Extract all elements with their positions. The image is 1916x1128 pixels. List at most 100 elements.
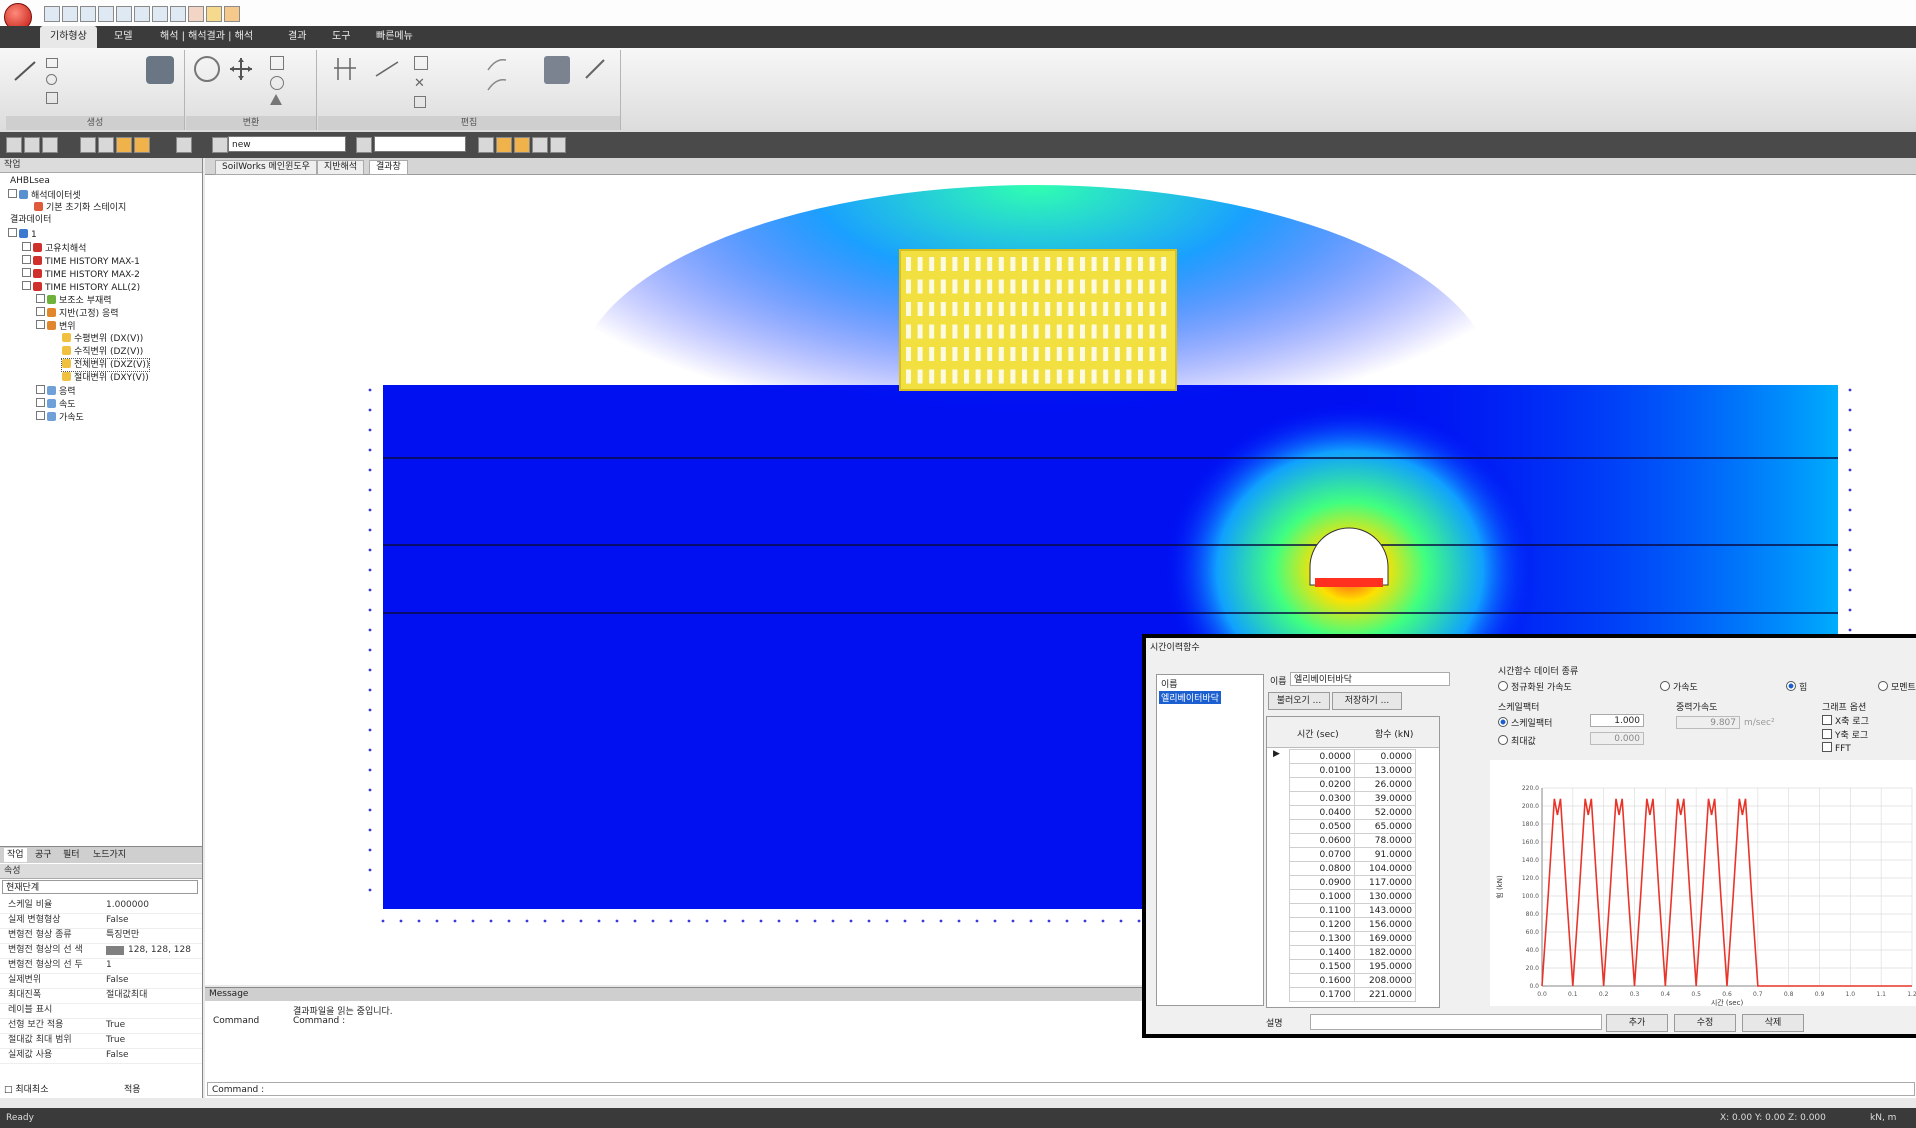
property-row[interactable]: 실제값 사용 False xyxy=(0,1048,202,1064)
table-row[interactable]: 0.0500 65.0000 xyxy=(1289,819,1416,834)
tab-result[interactable]: 결과 xyxy=(278,26,316,48)
tab-quick[interactable]: 빠른메뉴 xyxy=(366,26,423,48)
time-cell[interactable]: 0.1100 xyxy=(1289,903,1355,918)
open-icon[interactable] xyxy=(80,6,96,22)
time-cell[interactable]: 0.0300 xyxy=(1289,791,1355,806)
copy-icon[interactable] xyxy=(270,56,284,70)
apply-button[interactable]: 적용 xyxy=(124,1082,141,1095)
property-selector[interactable]: 현재단계 xyxy=(2,880,198,894)
modify-button[interactable]: 수정 xyxy=(1674,1014,1736,1032)
function-list[interactable]: 이름 엘리베이터바닥 xyxy=(1156,674,1264,1006)
type-option-normalized[interactable]: 정규화된 가속도 xyxy=(1498,680,1572,693)
tab-works[interactable]: 작업 xyxy=(4,848,27,862)
tree-item[interactable]: 절대변위 (DXY(V)) xyxy=(62,372,149,384)
pen-icon[interactable] xyxy=(582,56,608,82)
time-cell[interactable]: 0.1400 xyxy=(1289,945,1355,960)
tab-ground-analysis[interactable]: 지반해석 xyxy=(317,160,365,175)
tree-item[interactable]: 가속도 xyxy=(36,411,84,424)
time-value-table[interactable]: 시간 (sec) 함수 (kN) ▶ 0.0000 0.0000 0.0100 13.… xyxy=(1266,716,1440,1008)
extend-icon[interactable] xyxy=(374,56,400,82)
export-button[interactable]: 저장하기 ... xyxy=(1332,692,1402,710)
time-cell[interactable]: 0.0900 xyxy=(1289,875,1355,890)
scale-option-factor[interactable]: 스케일팩터 xyxy=(1498,716,1552,729)
view-icon[interactable] xyxy=(80,137,96,153)
tab-result-window[interactable]: 결과창 xyxy=(369,160,408,175)
fillet-icon[interactable] xyxy=(486,56,508,96)
tree-item[interactable]: 1 xyxy=(8,228,37,241)
property-row[interactable]: 실제변위 False xyxy=(0,973,202,989)
save-icon[interactable] xyxy=(62,6,78,22)
expander[interactable] xyxy=(36,294,45,303)
merge-icon[interactable] xyxy=(414,96,426,108)
time-cell[interactable]: 0.0200 xyxy=(1289,777,1355,792)
select-icon[interactable] xyxy=(6,137,22,153)
expander[interactable] xyxy=(8,189,17,198)
value-cell[interactable]: 156.0000 xyxy=(1354,917,1416,932)
option-fft[interactable]: FFT xyxy=(1822,742,1851,754)
property-row[interactable]: 최대진폭 절대값최대 xyxy=(0,988,202,1004)
rotate-view-icon[interactable] xyxy=(98,137,114,153)
tree-item[interactable]: 해석데이터셋 xyxy=(8,189,81,202)
gravity-input[interactable]: 9.807 xyxy=(1676,716,1740,729)
tree-item[interactable]: 응력 xyxy=(36,385,76,398)
expander[interactable] xyxy=(22,255,31,264)
highlight-icon[interactable] xyxy=(116,137,132,153)
tree-item-selected[interactable]: 전체변위 (DXZ(V)) xyxy=(60,358,151,372)
value-cell[interactable]: 221.0000 xyxy=(1354,987,1416,1002)
line-icon[interactable] xyxy=(12,58,38,84)
table-row[interactable]: 0.0600 78.0000 xyxy=(1289,833,1416,848)
tree-item[interactable]: TIME HISTORY ALL(2) xyxy=(22,281,140,294)
tree-item[interactable]: 지반(고정) 응력 xyxy=(36,307,119,320)
value-cell[interactable]: 26.0000 xyxy=(1354,777,1416,792)
time-cell[interactable]: 0.0500 xyxy=(1289,819,1355,834)
zoom-icon[interactable] xyxy=(24,137,40,153)
property-row[interactable]: 변형전 형상의 선 두1 xyxy=(0,958,202,974)
time-cell[interactable]: 0.1200 xyxy=(1289,917,1355,932)
table-row[interactable]: 0.1200 156.0000 xyxy=(1289,917,1416,932)
time-cell[interactable]: 0.0700 xyxy=(1289,847,1355,862)
value-cell[interactable]: 208.0000 xyxy=(1354,973,1416,988)
value-cell[interactable]: 39.0000 xyxy=(1354,791,1416,806)
property-row[interactable]: 선형 보간 적용 True xyxy=(0,1018,202,1034)
tab-node[interactable]: 노드가지 xyxy=(90,848,129,862)
tree-item[interactable]: 보조소 부재력 xyxy=(36,294,112,307)
layer-icon[interactable] xyxy=(212,137,228,153)
scale-icon[interactable] xyxy=(270,94,282,105)
table-row[interactable]: 0.1500 195.0000 xyxy=(1289,959,1416,974)
value-cell[interactable]: 169.0000 xyxy=(1354,931,1416,946)
add-button[interactable]: 추가 xyxy=(1606,1014,1668,1032)
expander[interactable] xyxy=(36,320,45,329)
expander[interactable] xyxy=(22,268,31,277)
scale-option-max[interactable]: 최대값 xyxy=(1498,734,1536,747)
tab-main-window[interactable]: SoilWorks 메인윈도우 xyxy=(215,160,317,175)
divide-icon[interactable] xyxy=(414,56,428,70)
type-option-acceleration[interactable]: 가속도 xyxy=(1660,680,1698,693)
table-row[interactable]: 0.1700 221.0000 xyxy=(1289,987,1416,1002)
time-cell[interactable]: 0.1600 xyxy=(1289,973,1355,988)
ortho-icon[interactable] xyxy=(514,137,530,153)
command-input[interactable]: Command : xyxy=(207,1082,1915,1096)
tree-item[interactable]: 기본 초기화 스테이지 xyxy=(34,202,126,214)
table-row[interactable]: 0.0800 104.0000 xyxy=(1289,861,1416,876)
expander[interactable] xyxy=(36,411,45,420)
intersect-icon[interactable] xyxy=(332,56,358,82)
expander[interactable] xyxy=(22,281,31,290)
time-cell[interactable]: 0.0100 xyxy=(1289,763,1355,778)
table-row[interactable]: 0.0900 117.0000 xyxy=(1289,875,1416,890)
value-cell[interactable]: 182.0000 xyxy=(1354,945,1416,960)
max-value-input[interactable]: 0.000 xyxy=(1590,732,1644,745)
value-cell[interactable]: 195.0000 xyxy=(1354,959,1416,974)
rotate-icon[interactable] xyxy=(194,56,220,82)
circle-icon[interactable] xyxy=(46,74,57,85)
import-icon[interactable] xyxy=(98,6,114,22)
settings-icon[interactable] xyxy=(206,6,222,22)
tree-root[interactable]: AHBLsea xyxy=(10,176,50,187)
tab-tools[interactable]: 도구 xyxy=(322,26,360,48)
table-row[interactable]: 0.1100 143.0000 xyxy=(1289,903,1416,918)
property-row[interactable]: 변형전 형상 종류 특징면만 xyxy=(0,928,202,944)
move-icon[interactable] xyxy=(228,56,254,82)
print-icon[interactable] xyxy=(134,6,150,22)
minmax-checkbox[interactable]: □ 최대최소 xyxy=(4,1082,49,1095)
delete-icon[interactable]: ✕ xyxy=(414,76,425,91)
tab-filter[interactable]: 필터 xyxy=(60,848,83,862)
